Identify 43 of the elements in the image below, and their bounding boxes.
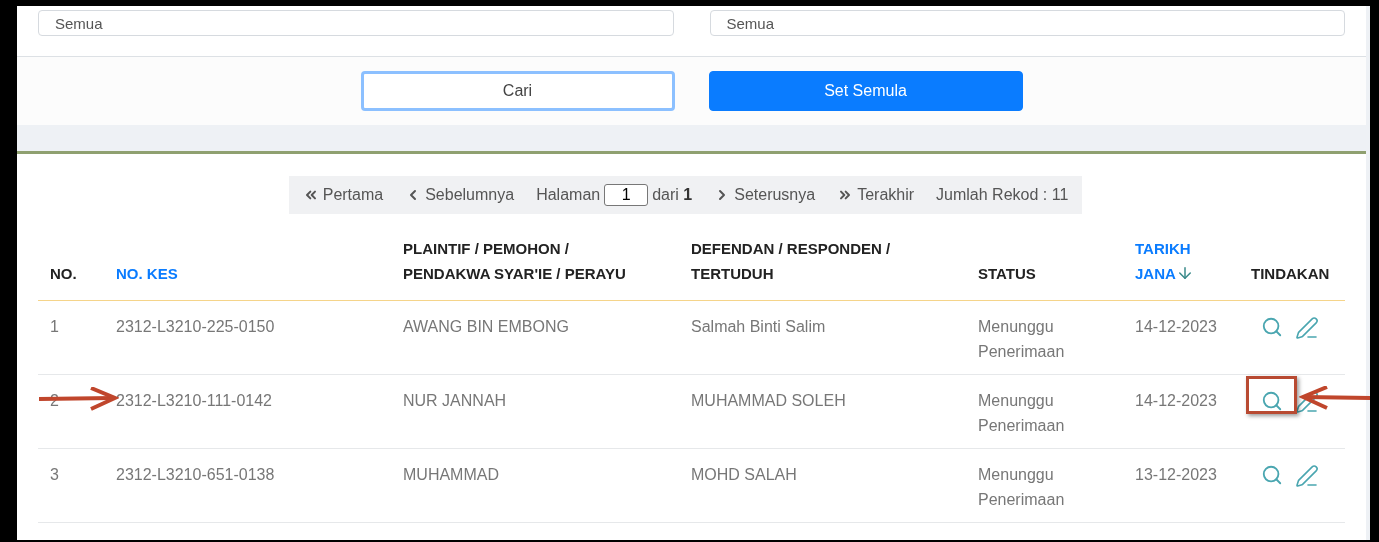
table-cell-text: 3 — [50, 465, 60, 485]
table-cell-text: MOHD SALAH — [691, 465, 798, 485]
pencil-icon[interactable] — [1295, 464, 1319, 488]
select-field[interactable]: Semua — [38, 10, 674, 36]
table-cell-text: MUHAMMAD SOLEH — [691, 391, 847, 411]
column-header-link[interactable]: NO. KES — [116, 261, 178, 286]
table-cell-text: Menunggu Penerimaan — [978, 317, 1066, 362]
column-header: STATUS — [978, 264, 1036, 284]
table-cell-text: 13-12-2023 — [1135, 465, 1218, 485]
search-icon[interactable] — [1261, 464, 1283, 486]
table-cell-text: Menunggu Penerimaan — [978, 465, 1066, 510]
table-cell-text: AWANG BIN EMBONG — [403, 317, 570, 337]
search-icon[interactable] — [1261, 390, 1283, 412]
next-page-link[interactable]: Seterusnya — [714, 186, 816, 204]
record-count: Jumlah Rekod : 11 — [936, 186, 1069, 204]
pointer-arrow — [1299, 386, 1370, 410]
column-header: TINDAKAN — [1251, 264, 1330, 284]
pencil-icon[interactable] — [1295, 390, 1319, 414]
table-cell-text: Salmah Binti Salim — [691, 317, 827, 337]
table-cell-text: 2312-L3210-225-0150 — [116, 317, 276, 337]
table-cell-text: Menunggu Penerimaan — [978, 391, 1066, 436]
previous-page-link[interactable]: Sebelumnya — [405, 186, 515, 204]
table-cell-text: MUHAMMAD — [403, 465, 500, 485]
table-cell-text: 1 — [50, 317, 60, 337]
table-cell-text: NUR JANNAH — [403, 391, 508, 411]
table-cell-text: 14-12-2023 — [1135, 317, 1218, 337]
page-label: Halaman — [536, 186, 601, 204]
column-header: DEFENDAN / RESPONDEN / TERTUDUH — [691, 239, 892, 284]
table-cell-text: 14-12-2023 — [1135, 391, 1218, 411]
search-icon[interactable] — [1261, 316, 1283, 338]
column-header: NO. — [50, 264, 77, 284]
last-page-link[interactable]: Terakhir — [837, 186, 915, 204]
column-header: PLAINTIF / PEMOHON / PENDAKWA SYAR'IE / PERAYU — [403, 239, 627, 284]
page-input[interactable]: 1 — [604, 184, 649, 206]
page-of-label: dari 1 — [652, 186, 693, 204]
table-cell-text: 2312-L3210-651-0138 — [116, 465, 276, 485]
table-cell-text: 2312-L3210-111-0142 — [116, 391, 273, 411]
search-button[interactable]: Cari — [360, 71, 675, 111]
first-page-link[interactable]: Pertama — [302, 186, 384, 204]
reset-button[interactable]: Set Semula — [708, 71, 1023, 111]
column-header-link[interactable]: TARIKH JANA — [1135, 236, 1211, 286]
select-field[interactable]: Semua — [709, 10, 1345, 36]
pencil-icon[interactable] — [1295, 316, 1319, 340]
